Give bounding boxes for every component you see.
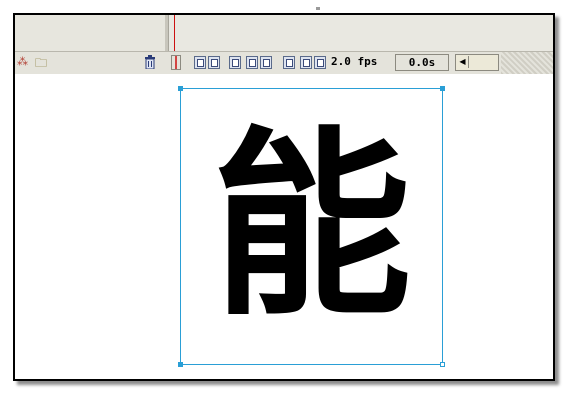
top-marker <box>316 7 320 10</box>
timeline-hatched-area <box>501 52 553 74</box>
onion-marker-range-icon[interactable] <box>260 56 272 69</box>
timeline-status-bar: ⁂ 🗀 2.0 fps 0.0s ◀ <box>15 51 553 75</box>
stage-text-symbol[interactable]: 能 <box>181 89 442 364</box>
frame-view-icon[interactable] <box>283 56 295 69</box>
onion-skin-outlines-icon[interactable] <box>208 56 220 69</box>
timeline-scrollbar[interactable]: ◀ <box>455 54 499 71</box>
scroll-left-arrow-icon[interactable]: ◀ <box>457 56 469 68</box>
delete-layer-icon[interactable] <box>144 55 156 69</box>
center-frame-icon[interactable] <box>171 55 181 70</box>
flash-window: ⁂ 🗀 2.0 fps 0.0s ◀ 能 <box>13 13 555 381</box>
frames-area[interactable] <box>169 15 553 51</box>
onion-skin-icon[interactable] <box>194 56 206 69</box>
elapsed-time-display: 0.0s <box>395 54 449 71</box>
text-selection-box[interactable]: 能 <box>178 86 445 367</box>
onion-markers-icon[interactable] <box>246 56 258 69</box>
timeline-panel: ⁂ 🗀 2.0 fps 0.0s ◀ <box>15 15 553 75</box>
edit-multiple-frames-icon[interactable] <box>229 56 241 69</box>
insert-layer-folder-icon[interactable]: 🗀 <box>35 54 47 75</box>
resize-handle-bottom-left[interactable] <box>178 362 183 367</box>
frame-rate-display[interactable]: 2.0 fps <box>331 55 377 69</box>
frame-view-small-icon[interactable] <box>300 56 312 69</box>
resize-handle-top-left[interactable] <box>178 86 183 91</box>
add-motion-guide-icon[interactable]: ⁂ <box>17 55 28 68</box>
layer-list <box>15 15 165 51</box>
resize-handle-bottom-right[interactable] <box>440 362 445 367</box>
stage-canvas[interactable]: 能 <box>15 74 553 379</box>
frame-view-preview-icon[interactable] <box>314 56 326 69</box>
resize-handle-top-right[interactable] <box>440 86 445 91</box>
